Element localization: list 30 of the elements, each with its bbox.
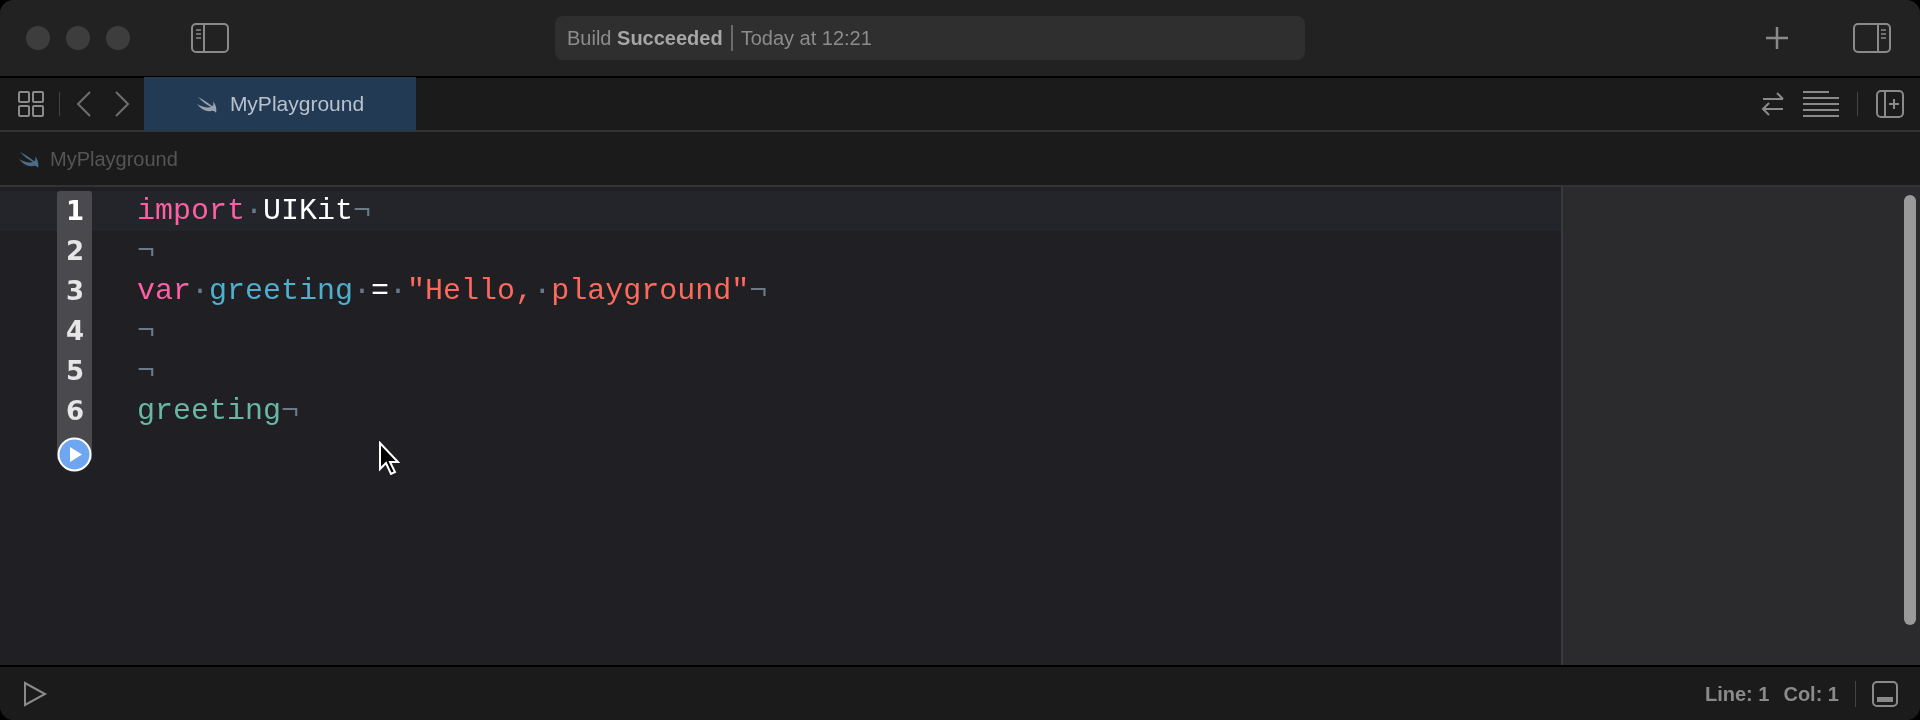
- code-line: ¬: [137, 312, 155, 350]
- line-number: 1: [64, 194, 85, 228]
- line-number: 6: [64, 394, 85, 428]
- build-time-text: Today at 12:21: [740, 26, 872, 51]
- back-chevron-icon[interactable]: [76, 90, 92, 118]
- line-indicator: Line: 1: [1705, 681, 1770, 707]
- scrollbar[interactable]: [1900, 187, 1920, 665]
- line-number: 5: [64, 354, 85, 388]
- line-number: 4: [64, 314, 85, 348]
- forward-chevron-icon[interactable]: [114, 90, 130, 118]
- build-status-text: Build Succeeded: [567, 26, 723, 51]
- inspector-toggle-icon[interactable]: [1852, 22, 1892, 54]
- sidebar-toggle-icon[interactable]: [190, 22, 230, 54]
- line-number: 3: [64, 274, 85, 308]
- code-line: ¬: [137, 352, 155, 390]
- line-number: 2: [64, 234, 85, 268]
- code-line: greeting¬: [137, 392, 300, 430]
- add-editor-icon[interactable]: [1876, 90, 1904, 118]
- editor-tab[interactable]: MyPlayground: [144, 77, 416, 131]
- code-line: import·UIKit¬: [137, 192, 372, 230]
- code-line: var·greeting·=·"Hello,·playground"¬: [137, 272, 768, 310]
- play-icon[interactable]: [22, 680, 48, 707]
- debug-area-toggle-icon[interactable]: [1872, 680, 1898, 707]
- run-button-icon[interactable]: [57, 437, 92, 472]
- mouse-cursor-icon: [378, 441, 402, 477]
- grid-icon[interactable]: [17, 90, 45, 118]
- add-icon[interactable]: [1764, 25, 1790, 51]
- code-line: ¬: [137, 232, 155, 270]
- column-indicator: Col: 1: [1783, 681, 1839, 707]
- text-lines-icon[interactable]: [1801, 90, 1841, 118]
